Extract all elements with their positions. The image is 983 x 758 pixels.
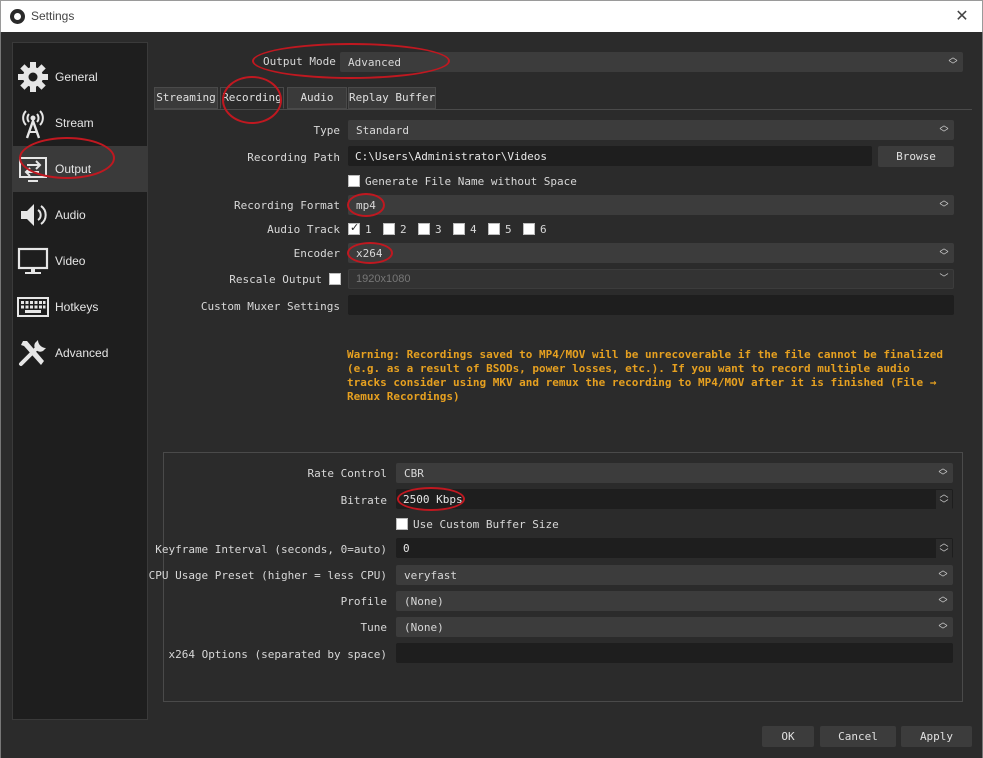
gear-icon bbox=[18, 62, 48, 92]
audio-track-1-checkbox[interactable] bbox=[348, 221, 360, 235]
tune-label: Tune bbox=[360, 621, 388, 634]
sidebar-item-label: Audio bbox=[55, 208, 86, 222]
audio-track-4-label: 4 bbox=[470, 223, 477, 236]
rescale-output-label: Rescale Output bbox=[229, 273, 322, 286]
custom-muxer-input[interactable] bbox=[348, 295, 954, 315]
sidebar-item-advanced[interactable]: Advanced bbox=[13, 330, 147, 376]
sidebar-item-stream[interactable]: Stream bbox=[13, 100, 147, 146]
output-mode-select[interactable]: Advanced ︿ ﹀ bbox=[340, 52, 963, 72]
updown-arrow-icon: ︿ ﹀ bbox=[939, 196, 949, 214]
x264-options-label: x264 Options (separated by space) bbox=[168, 648, 387, 661]
sidebar: General Stream Output Audio Video Hotkey… bbox=[12, 42, 148, 720]
audio-track-2-checkbox[interactable] bbox=[383, 223, 395, 235]
window-title: Settings bbox=[31, 9, 75, 23]
updown-arrow-icon: ︿ ﹀ bbox=[939, 244, 949, 262]
updown-arrow-icon: ︿ ﹀ bbox=[938, 566, 948, 584]
recording-path-input[interactable]: C:\Users\Administrator\Videos bbox=[348, 146, 872, 166]
title-bar: Settings ✕ bbox=[0, 0, 983, 32]
audio-track-2-label: 2 bbox=[400, 223, 407, 236]
rescale-resolution-select: 1920x1080 ﹀ bbox=[348, 269, 954, 289]
type-select[interactable]: Standard ︿ ﹀ bbox=[348, 120, 954, 140]
audio-track-5-checkbox[interactable] bbox=[488, 223, 500, 235]
updown-arrow-icon: ︿ ﹀ bbox=[938, 464, 948, 482]
updown-arrow-icon: ︿ ﹀ bbox=[948, 53, 958, 71]
sidebar-item-label: Advanced bbox=[55, 346, 109, 360]
mp4-warning-text: Warning: Recordings saved to MP4/MOV wil… bbox=[347, 348, 944, 403]
chevron-down-icon: ﹀ bbox=[939, 274, 949, 284]
profile-select[interactable]: (None) ︿ ﹀ bbox=[396, 591, 953, 611]
recording-format-select[interactable]: mp4 ︿ ﹀ bbox=[348, 195, 954, 215]
output-icon bbox=[19, 157, 47, 182]
updown-arrow-icon: ︿ ﹀ bbox=[938, 618, 948, 636]
settings-window: General Stream Output Audio Video Hotkey… bbox=[0, 32, 983, 758]
encoder-select[interactable]: x264 ︿ ﹀ bbox=[348, 243, 954, 263]
sidebar-item-hotkeys[interactable]: Hotkeys bbox=[13, 284, 147, 330]
tab-underline bbox=[154, 109, 972, 110]
close-icon[interactable]: ✕ bbox=[950, 5, 974, 27]
apply-button[interactable]: Apply bbox=[901, 726, 972, 747]
keyframe-interval-input[interactable]: 0 ︿ ﹀ bbox=[396, 538, 953, 559]
profile-label: Profile bbox=[340, 595, 387, 608]
audio-track-5-label: 5 bbox=[505, 223, 512, 236]
speaker-icon bbox=[21, 204, 47, 226]
custom-muxer-label: Custom Muxer Settings bbox=[200, 300, 340, 313]
rescale-output-checkbox[interactable] bbox=[329, 273, 341, 285]
audio-track-3-checkbox[interactable] bbox=[418, 223, 430, 235]
updown-arrow-icon: ︿ ﹀ bbox=[938, 592, 948, 610]
cancel-button[interactable]: Cancel bbox=[820, 726, 896, 747]
audio-track-6-checkbox[interactable] bbox=[523, 223, 535, 235]
audio-track-1-label: 1 bbox=[365, 223, 372, 236]
cpu-preset-label: CPU Usage Preset (higher = less CPU) bbox=[148, 569, 387, 582]
tab-replay-buffer[interactable]: Replay Buffer bbox=[348, 87, 436, 109]
antenna-icon bbox=[22, 110, 44, 139]
cpu-preset-select[interactable]: veryfast ︿ ﹀ bbox=[396, 565, 953, 585]
x264-options-input[interactable] bbox=[396, 643, 953, 663]
keyboard-icon bbox=[17, 297, 49, 317]
monitor-icon bbox=[17, 247, 49, 274]
output-mode-label: Output Mode bbox=[263, 55, 336, 68]
rate-control-select[interactable]: CBR ︿ ﹀ bbox=[396, 463, 953, 483]
encoder-label: Encoder bbox=[293, 247, 340, 260]
bitrate-label: Bitrate bbox=[340, 494, 387, 507]
audio-track-3-label: 3 bbox=[435, 223, 442, 236]
bitrate-input[interactable]: 2500 Kbps ︿ ﹀ bbox=[396, 489, 953, 510]
audio-track-label: Audio Track bbox=[267, 223, 340, 236]
custom-buffer-label: Use Custom Buffer Size bbox=[413, 518, 559, 531]
rate-control-label: Rate Control bbox=[307, 467, 387, 480]
spin-arrows-icon[interactable]: ︿ ﹀ bbox=[936, 490, 952, 510]
sidebar-item-label: Hotkeys bbox=[55, 300, 99, 314]
audio-track-4-checkbox[interactable] bbox=[453, 223, 465, 235]
custom-buffer-checkbox[interactable] bbox=[396, 518, 408, 530]
sidebar-item-general[interactable]: General bbox=[13, 54, 147, 100]
tools-icon bbox=[19, 340, 46, 366]
tab-streaming[interactable]: Streaming bbox=[154, 87, 218, 109]
recording-format-label: Recording Format bbox=[234, 199, 340, 212]
generate-no-space-label: Generate File Name without Space bbox=[365, 175, 577, 188]
recording-path-label: Recording Path bbox=[247, 151, 340, 164]
tab-recording[interactable]: Recording bbox=[220, 87, 284, 109]
spin-arrows-icon[interactable]: ︿ ﹀ bbox=[936, 539, 952, 559]
sidebar-item-audio[interactable]: Audio bbox=[13, 192, 147, 238]
tune-select[interactable]: (None) ︿ ﹀ bbox=[396, 617, 953, 637]
sidebar-item-output[interactable]: Output bbox=[13, 146, 147, 192]
sidebar-item-label: General bbox=[55, 70, 98, 84]
tab-audio[interactable]: Audio bbox=[287, 87, 347, 109]
generate-no-space-checkbox[interactable] bbox=[348, 175, 360, 187]
type-label: Type bbox=[313, 124, 341, 137]
sidebar-item-label: Video bbox=[55, 254, 86, 268]
audio-track-6-label: 6 bbox=[540, 223, 547, 236]
updown-arrow-icon: ︿ ﹀ bbox=[939, 121, 949, 139]
obs-logo-icon bbox=[10, 9, 25, 24]
sidebar-item-label: Stream bbox=[55, 116, 94, 130]
sidebar-item-video[interactable]: Video bbox=[13, 238, 147, 284]
browse-button[interactable]: Browse bbox=[878, 146, 954, 167]
ok-button[interactable]: OK bbox=[762, 726, 814, 747]
sidebar-item-label: Output bbox=[55, 162, 92, 176]
keyframe-interval-label: Keyframe Interval (seconds, 0=auto) bbox=[155, 543, 387, 556]
